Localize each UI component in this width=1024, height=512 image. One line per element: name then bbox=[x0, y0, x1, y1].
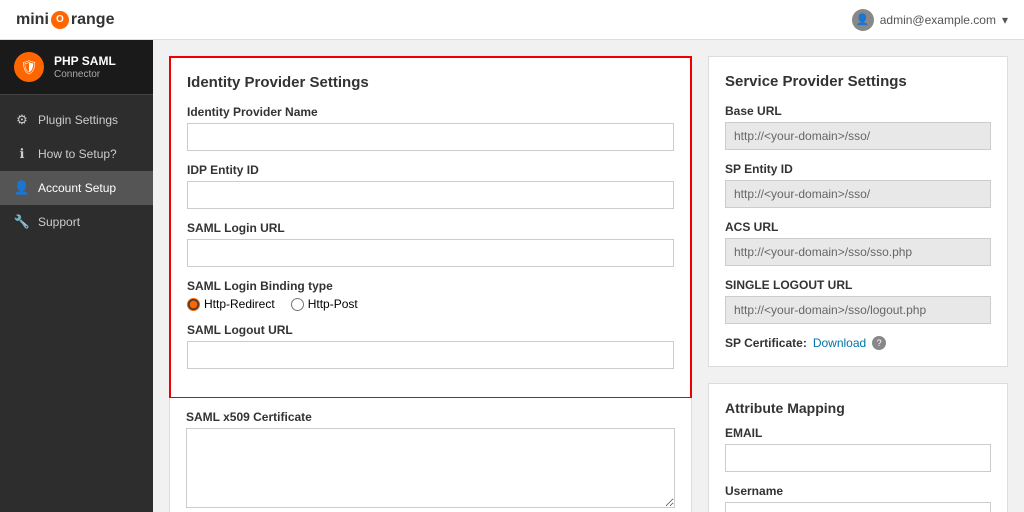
support-icon: 🔧 bbox=[14, 214, 30, 230]
sidebar-item-account-setup[interactable]: 👤 Account Setup bbox=[0, 171, 153, 205]
username-attr-group: Username bbox=[725, 484, 991, 512]
base-url-group: Base URL bbox=[725, 104, 991, 150]
sp-entity-id-group: SP Entity ID bbox=[725, 162, 991, 208]
sidebar-item-support[interactable]: 🔧 Support bbox=[0, 205, 153, 239]
gear-icon: ⚙ bbox=[14, 112, 30, 128]
single-logout-url-label: SINGLE LOGOUT URL bbox=[725, 278, 991, 292]
navbar: miniOrange 👤 admin@example.com ▾ bbox=[0, 0, 1024, 40]
main-content: Identity Provider Settings Identity Prov… bbox=[153, 40, 1024, 512]
idp-entity-id-input[interactable] bbox=[187, 181, 674, 209]
sp-section-title: Service Provider Settings bbox=[725, 73, 991, 90]
base-url-input bbox=[725, 122, 991, 150]
sidebar-item-label-plugin-settings: Plugin Settings bbox=[38, 113, 118, 127]
radio-http-redirect-input[interactable] bbox=[187, 298, 200, 311]
sp-entity-id-label: SP Entity ID bbox=[725, 162, 991, 176]
idp-section-title: Identity Provider Settings bbox=[187, 74, 674, 91]
sidebar-item-how-to-setup[interactable]: ℹ How to Setup? bbox=[0, 137, 153, 171]
radio-http-post-label: Http-Post bbox=[308, 297, 358, 311]
brand-text-range: range bbox=[71, 11, 115, 29]
saml-cert-textarea[interactable] bbox=[186, 428, 675, 508]
sp-cert-help-icon[interactable]: ? bbox=[872, 336, 886, 350]
radio-http-redirect[interactable]: Http-Redirect bbox=[187, 297, 275, 311]
acs-url-input bbox=[725, 238, 991, 266]
saml-logout-url-group: SAML Logout URL bbox=[187, 323, 674, 369]
brand-text-mini: mini bbox=[16, 11, 49, 29]
acs-url-label: ACS URL bbox=[725, 220, 991, 234]
saml-binding-type-label: SAML Login Binding type bbox=[187, 279, 674, 293]
radio-http-post[interactable]: Http-Post bbox=[291, 297, 358, 311]
single-logout-url-group: SINGLE LOGOUT URL bbox=[725, 278, 991, 324]
saml-binding-type-group: SAML Login Binding type Http-Redirect Ht… bbox=[187, 279, 674, 311]
idp-settings-section: Identity Provider Settings Identity Prov… bbox=[169, 56, 692, 399]
sidebar-item-label-how-to-setup: How to Setup? bbox=[38, 147, 117, 161]
email-attr-input[interactable] bbox=[725, 444, 991, 472]
idp-name-group: Identity Provider Name bbox=[187, 105, 674, 151]
idp-entity-id-label: IDP Entity ID bbox=[187, 163, 674, 177]
sp-entity-id-input bbox=[725, 180, 991, 208]
sp-settings-section: Service Provider Settings Base URL SP En… bbox=[708, 56, 1008, 367]
info-icon: ℹ bbox=[14, 146, 30, 162]
sidebar: 🛡 PHP SAML Connector ⚙ Plugin Settings ℹ… bbox=[0, 40, 153, 512]
email-attr-group: EMAIL bbox=[725, 426, 991, 472]
saml-logout-url-input[interactable] bbox=[187, 341, 674, 369]
navbar-dropdown-icon[interactable]: ▾ bbox=[1002, 13, 1008, 27]
navbar-user[interactable]: 👤 admin@example.com ▾ bbox=[852, 9, 1008, 31]
idp-entity-id-group: IDP Entity ID bbox=[187, 163, 674, 209]
username-attr-label: Username bbox=[725, 484, 991, 498]
radio-http-redirect-label: Http-Redirect bbox=[204, 297, 275, 311]
email-attr-label: EMAIL bbox=[725, 426, 991, 440]
sp-cert-row: SP Certificate: Download ? bbox=[725, 336, 991, 350]
sidebar-logo-area: 🛡 PHP SAML Connector bbox=[0, 40, 153, 95]
idp-name-label: Identity Provider Name bbox=[187, 105, 674, 119]
saml-login-url-input[interactable] bbox=[187, 239, 674, 267]
sp-cert-download-link[interactable]: Download bbox=[813, 336, 866, 350]
brand-logo: miniOrange bbox=[16, 11, 114, 29]
right-panel: Service Provider Settings Base URL SP En… bbox=[708, 56, 1008, 496]
attribute-mapping-section: Attribute Mapping EMAIL Username bbox=[708, 383, 1008, 512]
sidebar-item-label-support: Support bbox=[38, 215, 80, 229]
sp-cert-label: SP Certificate: bbox=[725, 336, 807, 350]
sidebar-item-plugin-settings[interactable]: ⚙ Plugin Settings bbox=[0, 103, 153, 137]
user-avatar-icon: 👤 bbox=[852, 9, 874, 31]
user-icon: 👤 bbox=[14, 180, 30, 196]
saml-logout-url-label: SAML Logout URL bbox=[187, 323, 674, 337]
sidebar-nav: ⚙ Plugin Settings ℹ How to Setup? 👤 Acco… bbox=[0, 95, 153, 512]
navbar-username: admin@example.com bbox=[880, 13, 996, 27]
binding-type-radio-group: Http-Redirect Http-Post bbox=[187, 297, 674, 311]
saml-login-url-group: SAML Login URL bbox=[187, 221, 674, 267]
sidebar-plugin-subtitle: Connector bbox=[54, 69, 116, 80]
radio-http-post-input[interactable] bbox=[291, 298, 304, 311]
sidebar-plugin-title: PHP SAML bbox=[54, 54, 116, 68]
saml-cert-label: SAML x509 Certificate bbox=[186, 410, 675, 424]
sidebar-item-label-account-setup: Account Setup bbox=[38, 181, 116, 195]
acs-url-group: ACS URL bbox=[725, 220, 991, 266]
saml-cert-group: SAML x509 Certificate NOTE: Format of th… bbox=[186, 410, 675, 512]
certificate-section: SAML x509 Certificate NOTE: Format of th… bbox=[169, 398, 692, 512]
left-panel: Identity Provider Settings Identity Prov… bbox=[169, 56, 692, 496]
attribute-mapping-title: Attribute Mapping bbox=[725, 400, 991, 416]
main-layout: 🛡 PHP SAML Connector ⚙ Plugin Settings ℹ… bbox=[0, 40, 1024, 512]
base-url-label: Base URL bbox=[725, 104, 991, 118]
username-attr-input[interactable] bbox=[725, 502, 991, 512]
saml-login-url-label: SAML Login URL bbox=[187, 221, 674, 235]
single-logout-url-input bbox=[725, 296, 991, 324]
brand-circle-icon: O bbox=[51, 11, 69, 29]
plugin-icon: 🛡 bbox=[14, 52, 44, 82]
idp-name-input[interactable] bbox=[187, 123, 674, 151]
